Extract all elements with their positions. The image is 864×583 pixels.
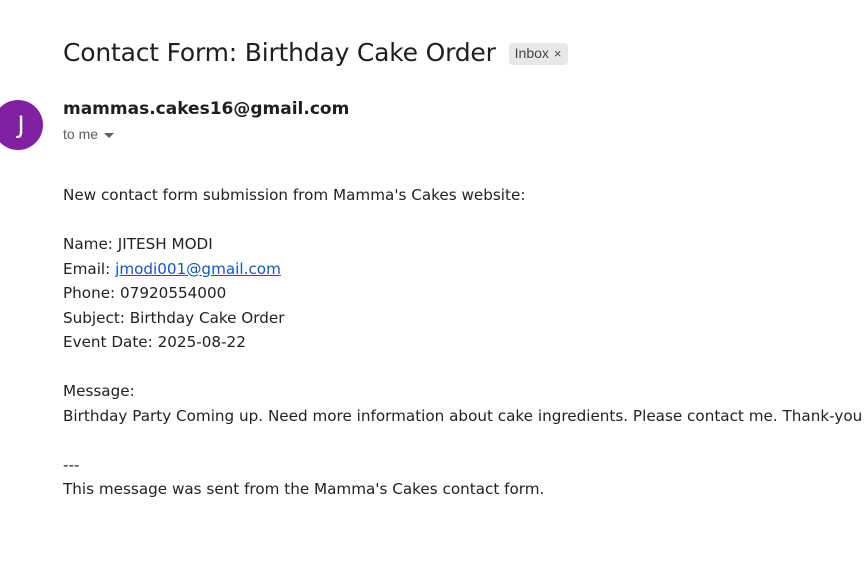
sender-email[interactable]: mammas.cakes16@gmail.com bbox=[63, 99, 349, 119]
recipient-details-toggle[interactable]: to me bbox=[63, 126, 115, 142]
chevron-down-icon[interactable] bbox=[104, 132, 115, 138]
inbox-label-chip[interactable]: Inbox × bbox=[508, 42, 568, 65]
intro-line: New contact form submission from Mamma's… bbox=[63, 186, 526, 204]
subject-label: Subject: bbox=[63, 308, 130, 327]
event-date-value: 2025-08-22 bbox=[157, 333, 246, 351]
sender-avatar[interactable]: J bbox=[0, 100, 43, 150]
phone-line: Phone: 07920554000 bbox=[63, 281, 864, 306]
email-body: New contact form submission from Mamma's… bbox=[63, 183, 864, 502]
contact-email-link[interactable]: jmodi001@gmail.com bbox=[115, 260, 281, 278]
phone-label: Phone: bbox=[63, 284, 120, 302]
message-text: Birthday Party Coming up. Need more info… bbox=[63, 406, 864, 425]
subject-line: Subject: Birthday Cake Order bbox=[63, 306, 864, 331]
message-label: Message: bbox=[63, 382, 135, 400]
event-date-label: Event Date: bbox=[63, 333, 158, 351]
separator-line: --- bbox=[63, 455, 80, 474]
name-value: JITESH MODI bbox=[117, 235, 213, 253]
email-subject-row: Contact Form: Birthday Cake Order Inbox … bbox=[63, 38, 568, 67]
phone-value: 07920554000 bbox=[120, 284, 227, 302]
subject-value: Birthday Cake Order bbox=[129, 308, 285, 327]
avatar-letter: J bbox=[17, 111, 25, 139]
email-subject: Contact Form: Birthday Cake Order bbox=[63, 38, 496, 67]
name-line: Name: JITESH MODI bbox=[63, 232, 864, 257]
footer-line: This message was sent from the Mamma's C… bbox=[63, 480, 545, 498]
recipient-label: to me bbox=[63, 126, 99, 142]
name-label: Name: bbox=[63, 235, 118, 253]
email-line: Email: jmodi001@gmail.com bbox=[63, 257, 864, 282]
event-date-line: Event Date: 2025-08-22 bbox=[63, 330, 864, 355]
email-label: Email: bbox=[63, 259, 116, 278]
inbox-label-text: Inbox bbox=[514, 45, 549, 61]
remove-label-icon[interactable]: × bbox=[554, 46, 562, 61]
